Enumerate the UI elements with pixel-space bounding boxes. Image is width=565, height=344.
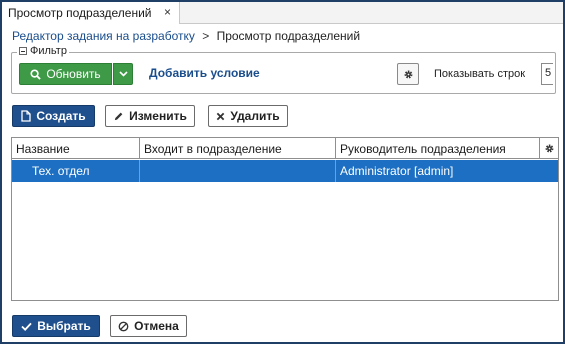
table-header: Название Входит в подразделение Руководи… xyxy=(12,138,558,159)
chevron-down-icon xyxy=(118,71,128,77)
table-row[interactable]: Тех. отдел Administrator [admin] xyxy=(12,160,558,182)
subdivisions-window: Просмотр подразделений × Редактор задани… xyxy=(0,0,565,344)
checkmark-icon xyxy=(21,322,32,331)
pencil-icon xyxy=(113,111,124,122)
breadcrumb-separator: > xyxy=(202,29,210,43)
filter-panel: Фильтр Обновить Добавить условие Показыв… xyxy=(11,45,556,94)
column-header-parent[interactable]: Входит в подразделение xyxy=(140,138,336,159)
gear-icon xyxy=(544,143,555,154)
breadcrumb-current: Просмотр подразделений xyxy=(216,29,361,43)
cell-head: Administrator [admin] xyxy=(340,164,454,178)
cancel-icon xyxy=(118,321,129,332)
tab-subdivisions[interactable]: Просмотр подразделений × xyxy=(2,2,180,24)
cell-name: Тех. отдел xyxy=(12,160,140,182)
filter-legend-label: Фильтр xyxy=(30,45,67,57)
new-document-icon xyxy=(21,110,31,122)
refresh-dropdown-button[interactable] xyxy=(113,63,133,85)
breadcrumb: Редактор задания на разработку > Просмот… xyxy=(12,29,360,43)
create-button[interactable]: Создать xyxy=(12,105,95,127)
tab-title: Просмотр подразделений xyxy=(8,6,152,20)
filter-settings-button[interactable] xyxy=(397,63,419,85)
filter-legend[interactable]: Фильтр xyxy=(17,45,69,57)
collapse-icon[interactable] xyxy=(19,47,27,55)
edit-button-label: Изменить xyxy=(129,109,187,123)
cancel-button[interactable]: Отмена xyxy=(110,315,187,337)
edit-button[interactable]: Изменить xyxy=(105,105,195,127)
close-icon[interactable]: × xyxy=(164,5,171,19)
subdivisions-table: Название Входит в подразделение Руководи… xyxy=(11,137,559,301)
rows-count-input[interactable]: 5 xyxy=(541,63,553,85)
delete-button-label: Удалить xyxy=(230,109,280,123)
search-icon xyxy=(30,68,42,80)
refresh-button[interactable]: Обновить xyxy=(19,63,112,85)
delete-button[interactable]: Удалить xyxy=(208,105,288,127)
gear-icon xyxy=(403,69,414,80)
cell-parent xyxy=(140,160,336,182)
cross-icon xyxy=(216,112,225,121)
cancel-button-label: Отмена xyxy=(134,319,179,333)
tab-strip: Просмотр подразделений × xyxy=(2,2,563,24)
refresh-button-label: Обновить xyxy=(46,67,101,81)
select-button-label: Выбрать xyxy=(37,319,91,333)
column-settings-button[interactable] xyxy=(540,138,558,159)
breadcrumb-parent-link[interactable]: Редактор задания на разработку xyxy=(12,29,195,43)
column-header-head[interactable]: Руководитель подразделения xyxy=(336,138,540,159)
column-header-name[interactable]: Название xyxy=(12,138,140,159)
add-condition-link[interactable]: Добавить условие xyxy=(149,66,260,80)
select-button[interactable]: Выбрать xyxy=(12,315,100,337)
show-rows-label: Показывать строк xyxy=(434,68,526,80)
create-button-label: Создать xyxy=(36,109,86,123)
